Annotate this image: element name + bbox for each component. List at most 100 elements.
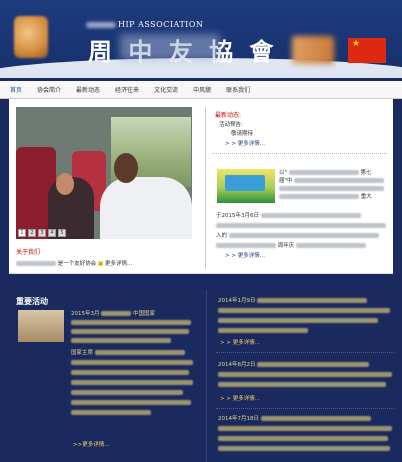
blurred-text: [218, 328, 308, 333]
slider-dots: 1 2 3 4 5: [18, 229, 66, 237]
events-body: 国家主席: [71, 348, 197, 418]
nav-item-latest[interactable]: 最新动态: [76, 85, 100, 94]
nav-item-about[interactable]: 协会简介: [37, 85, 61, 94]
blurred-text: [218, 436, 388, 441]
org-name-en: HIP ASSOCIATION: [118, 20, 204, 29]
news-more-link[interactable]: > > 更多详情...: [225, 251, 265, 259]
news-line-text: 重大: [360, 194, 372, 200]
right-news-item: 2014年7月18日: [218, 414, 394, 454]
events-intro-text: 中国国家: [133, 311, 156, 317]
news-line: [216, 221, 391, 231]
right-news-item: 2014年8月2日: [218, 360, 394, 390]
right-news-date: 2014年1月9日: [218, 298, 256, 304]
events-intro: 2015年3月 中国国家: [71, 310, 197, 346]
blurred-text: [71, 410, 151, 415]
blurred-text: [218, 426, 392, 431]
right-news-item: 2014年1月9日: [218, 296, 394, 336]
blurred-text: [260, 213, 361, 218]
news-summary: 以" 第七 届"中 重大: [279, 169, 389, 201]
news-line-text: 周年庆: [277, 243, 295, 249]
blurred-text: [296, 243, 367, 248]
right-news-more-label[interactable]: 更多详情...: [233, 396, 260, 402]
photo-person-man: [100, 177, 192, 239]
divider: [212, 153, 387, 154]
blurred-text: [216, 243, 276, 248]
news-line: 周年庆: [216, 241, 391, 251]
blurred-text: [257, 298, 368, 303]
about-text-content: 是一个友好协会: [57, 261, 97, 267]
nav-item-home[interactable]: 首页: [10, 85, 22, 94]
right-news-more-label[interactable]: 更多详情...: [233, 340, 260, 346]
news-line-text: 于2015年3月6日: [216, 213, 259, 219]
events-thumbnail[interactable]: [18, 310, 64, 342]
news-thumbnail[interactable]: [217, 169, 275, 203]
news-line: 以" 第七: [279, 169, 389, 177]
news-line: 入的: [216, 231, 391, 241]
blurred-text: [218, 372, 392, 377]
news-line: [279, 185, 389, 193]
news-line-text: 以": [279, 170, 288, 176]
blurred-text: [260, 416, 371, 421]
blurred-text: [218, 318, 378, 323]
activity-more-link[interactable]: > > 更多详情...: [225, 139, 265, 147]
nav-item-scenery[interactable]: 中风貌: [193, 85, 211, 94]
nav-item-contact[interactable]: 联系我们: [226, 85, 250, 94]
activity-title: 最新动态:: [215, 112, 242, 119]
news-line-text: 第七: [360, 170, 372, 176]
blurred-text: [228, 233, 379, 238]
news-line: 于2015年3月6日: [216, 211, 391, 221]
news-thumbnail-badge: [225, 175, 265, 191]
blurred-text: [288, 170, 359, 175]
blurred-text: [71, 380, 193, 385]
partner-flag-icon: [292, 36, 334, 64]
blurred-text: [71, 400, 191, 405]
divider: [205, 107, 206, 269]
news-more-label[interactable]: 更多详情...: [238, 253, 265, 259]
association-logo[interactable]: [14, 16, 48, 58]
news-line: 届"中: [279, 177, 389, 185]
photo-person-woman-face: [56, 173, 74, 195]
nav-item-economy[interactable]: 经济往来: [115, 85, 139, 94]
blurred-text: [71, 329, 189, 334]
main-nav: 首页 协会简介 最新动态 经济往来 文化交流 中风貌 联系我们: [0, 81, 402, 99]
about-more-link[interactable]: 更多详情...: [105, 261, 132, 267]
slider-dot[interactable]: 2: [28, 229, 36, 237]
blurred-text: [218, 382, 386, 387]
blurred-text: [71, 390, 183, 395]
events-more-link[interactable]: >>更多详情...: [73, 440, 109, 448]
activity-more-label[interactable]: 更多详情...: [238, 141, 265, 147]
about-text: 是一个友好协会 ■ 更多详情...: [16, 259, 192, 267]
slider-dot[interactable]: 4: [48, 229, 56, 237]
org-name-en-blurred: [86, 22, 116, 28]
slider-dot[interactable]: 1: [18, 229, 26, 237]
blurred-text: [216, 223, 386, 228]
events-section: 重要活动 2015年3月 中国国家 国家主席 >>更多详情...: [9, 290, 199, 462]
news-line-text: 届"中: [279, 178, 293, 184]
right-news-more-link[interactable]: > > 更多详情...: [220, 394, 260, 402]
blurred-text: [71, 370, 189, 375]
slider-dot[interactable]: 3: [38, 229, 46, 237]
news-body: 于2015年3月6日 入的 周年庆: [216, 211, 391, 251]
nav-item-culture[interactable]: 文化交流: [154, 85, 178, 94]
blurred-text: [16, 261, 56, 266]
china-flag-icon: ★: [348, 38, 386, 63]
divider: [216, 408, 394, 409]
divider: [206, 290, 207, 462]
activity-line: 活动预告:: [219, 122, 243, 128]
news-line: 重大: [279, 193, 389, 201]
divider: [216, 352, 394, 353]
news-line-text: 入的: [216, 233, 228, 239]
arrow-icon: ■: [98, 261, 104, 267]
blurred-text: [279, 194, 359, 199]
right-news-list: 2014年1月9日 > > 更多详情... 2014年8月2日 > > 更多详情…: [212, 290, 396, 462]
about-title[interactable]: 关于我们: [16, 247, 40, 256]
slider-dot[interactable]: 5: [58, 229, 66, 237]
activity-line: 敬请期待: [231, 131, 254, 137]
slider-photo[interactable]: 1 2 3 4 5: [16, 107, 192, 239]
blurred-text: [101, 311, 132, 316]
right-news-date: 2014年7月18日: [218, 416, 259, 422]
blurred-text: [71, 320, 191, 325]
right-news-more-link[interactable]: > > 更多详情...: [220, 338, 260, 346]
blurred-text: [218, 308, 390, 313]
events-intro-date: 2015年3月: [71, 311, 100, 317]
